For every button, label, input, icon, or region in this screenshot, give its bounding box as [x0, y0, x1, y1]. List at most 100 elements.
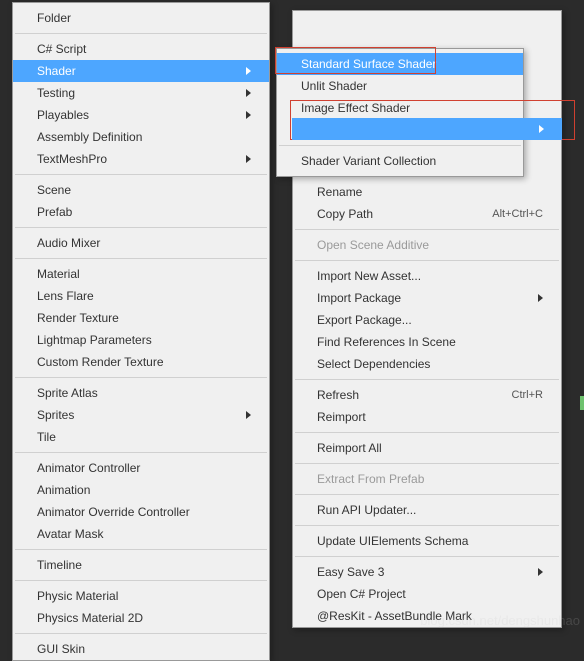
menu-item-textmeshpro[interactable]: TextMeshPro [13, 148, 269, 170]
menu-item-reimport-all[interactable]: Reimport All [293, 437, 561, 459]
menu-item-open-csharp-project[interactable]: Open C# Project [293, 583, 561, 605]
label: Extract From Prefab [317, 472, 543, 486]
menu-item-custom-render-texture[interactable]: Custom Render Texture [13, 351, 269, 373]
label: Testing [37, 86, 240, 100]
label: Sprite Atlas [37, 386, 251, 400]
separator [15, 549, 267, 550]
label: Audio Mixer [37, 236, 251, 250]
menu-item-export-package[interactable]: Export Package... [293, 309, 561, 331]
chevron-right-icon [246, 155, 251, 163]
menu-item-csharp-script[interactable]: C# Script [13, 38, 269, 60]
label: Folder [37, 11, 251, 25]
menu-item-shader[interactable]: Shader [13, 60, 269, 82]
menu-item-select-dependencies[interactable]: Select Dependencies [293, 353, 561, 375]
label: Custom Render Texture [37, 355, 251, 369]
label: GUI Skin [37, 642, 251, 656]
label: Select Dependencies [317, 357, 543, 371]
label: Easy Save 3 [317, 565, 532, 579]
label: Animator Controller [37, 461, 251, 475]
label: @ResKit - AssetBundle Mark [317, 609, 543, 623]
menu-item-render-texture[interactable]: Render Texture [13, 307, 269, 329]
label: Reimport [317, 410, 543, 424]
chevron-right-icon [246, 89, 251, 97]
separator [295, 432, 559, 433]
menu-item-refresh[interactable]: RefreshCtrl+R [293, 384, 561, 406]
chevron-right-icon [246, 411, 251, 419]
chevron-right-icon [539, 125, 544, 133]
menu-item-create-highlight[interactable] [292, 118, 562, 140]
menu-item-reimport[interactable]: Reimport [293, 406, 561, 428]
menu-item-animator-controller[interactable]: Animator Controller [13, 457, 269, 479]
separator [15, 174, 267, 175]
label: Scene [37, 183, 251, 197]
label: Lens Flare [37, 289, 251, 303]
separator [279, 145, 521, 146]
label: Image Effect Shader [301, 101, 505, 115]
separator [15, 227, 267, 228]
menu-item-playables[interactable]: Playables [13, 104, 269, 126]
label: Assembly Definition [37, 130, 251, 144]
label: C# Script [37, 42, 251, 56]
separator [15, 452, 267, 453]
menu-item-lens-flare[interactable]: Lens Flare [13, 285, 269, 307]
label: Copy Path [317, 207, 492, 221]
label: Reimport All [317, 441, 543, 455]
separator [15, 580, 267, 581]
menu-item-prefab[interactable]: Prefab [13, 201, 269, 223]
side-marker [580, 396, 584, 410]
label: Prefab [37, 205, 251, 219]
menu-item-avatar-mask[interactable]: Avatar Mask [13, 523, 269, 545]
menu-item-import-package[interactable]: Import Package [293, 287, 561, 309]
shortcut: Ctrl+R [512, 389, 543, 401]
menu-item-audio-mixer[interactable]: Audio Mixer [13, 232, 269, 254]
label: Animation [37, 483, 251, 497]
label: Physic Material [37, 589, 251, 603]
chevron-right-icon [246, 67, 251, 75]
separator [295, 379, 559, 380]
menu-item-gui-skin[interactable]: GUI Skin [13, 638, 269, 660]
chevron-right-icon [246, 111, 251, 119]
menu-item-sprite-atlas[interactable]: Sprite Atlas [13, 382, 269, 404]
create-submenu: Folder C# Script Shader Testing Playable… [12, 2, 270, 661]
label: Open C# Project [317, 587, 543, 601]
shortcut: Alt+Ctrl+C [492, 208, 543, 220]
menu-item-testing[interactable]: Testing [13, 82, 269, 104]
menu-item-physic-material[interactable]: Physic Material [13, 585, 269, 607]
label: Playables [37, 108, 240, 122]
menu-item-image-effect-shader[interactable]: Image Effect Shader [277, 97, 523, 119]
menu-item-animator-override-controller[interactable]: Animator Override Controller [13, 501, 269, 523]
menu-item-material[interactable]: Material [13, 263, 269, 285]
label: Export Package... [317, 313, 543, 327]
chevron-right-icon [538, 294, 543, 302]
label: Shader Variant Collection [301, 154, 505, 168]
label: Sprites [37, 408, 240, 422]
label: Update UIElements Schema [317, 534, 543, 548]
menu-item-animation[interactable]: Animation [13, 479, 269, 501]
label: Lightmap Parameters [37, 333, 251, 347]
separator [295, 229, 559, 230]
label: Refresh [317, 388, 512, 402]
menu-item-sprites[interactable]: Sprites [13, 404, 269, 426]
menu-item-find-references[interactable]: Find References In Scene [293, 331, 561, 353]
menu-item-physics-material-2d[interactable]: Physics Material 2D [13, 607, 269, 629]
menu-item-standard-surface-shader[interactable]: Standard Surface Shader [277, 53, 523, 75]
menu-item-tile[interactable]: Tile [13, 426, 269, 448]
label: Physics Material 2D [37, 611, 251, 625]
menu-item-update-uielements[interactable]: Update UIElements Schema [293, 530, 561, 552]
menu-item-reskit-assetbundle[interactable]: @ResKit - AssetBundle Mark [293, 605, 561, 627]
menu-item-scene[interactable]: Scene [13, 179, 269, 201]
menu-item-extract-from-prefab: Extract From Prefab [293, 468, 561, 490]
menu-item-easy-save-3[interactable]: Easy Save 3 [293, 561, 561, 583]
menu-item-copy-path[interactable]: Copy PathAlt+Ctrl+C [293, 203, 561, 225]
menu-item-import-new-asset[interactable]: Import New Asset... [293, 265, 561, 287]
menu-item-lightmap-parameters[interactable]: Lightmap Parameters [13, 329, 269, 351]
menu-item-shader-variant-collection[interactable]: Shader Variant Collection [277, 150, 523, 172]
menu-item-unlit-shader[interactable]: Unlit Shader [277, 75, 523, 97]
separator [15, 33, 267, 34]
menu-item-assembly-definition[interactable]: Assembly Definition [13, 126, 269, 148]
menu-item-folder[interactable]: Folder [13, 7, 269, 29]
menu-item-timeline[interactable]: Timeline [13, 554, 269, 576]
menu-item-run-api-updater[interactable]: Run API Updater... [293, 499, 561, 521]
separator [295, 463, 559, 464]
menu-item-rename[interactable]: Rename [293, 181, 561, 203]
